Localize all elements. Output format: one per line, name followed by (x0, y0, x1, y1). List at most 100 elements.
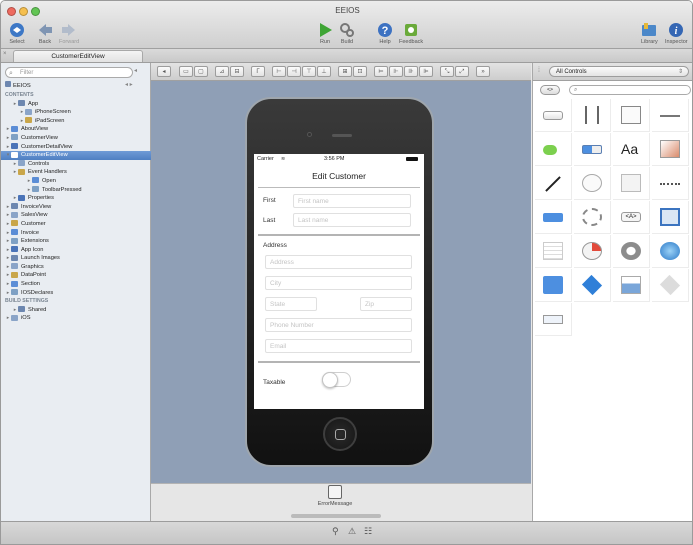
cube-control[interactable] (574, 269, 611, 302)
layout-button-10[interactable]: ⊡ (353, 66, 367, 77)
tab-customer-edit-view[interactable]: CustomerEditView (13, 50, 143, 62)
align-button-2[interactable]: ⊩ (389, 66, 403, 77)
warning-icon[interactable]: ⚠ (348, 526, 356, 537)
tree-item[interactable]: ▸ Customer (1, 220, 151, 229)
build-button[interactable]: Build (339, 22, 355, 45)
slider-control[interactable] (652, 99, 689, 132)
library-search-input[interactable]: ⌕ (569, 85, 691, 95)
rectangle-control[interactable] (613, 167, 650, 200)
tree-item[interactable]: ▸ ToolbarPressed (1, 186, 151, 195)
more-button[interactable]: » (476, 66, 490, 77)
tree-item[interactable]: ▸ CustomerDetailView (1, 143, 151, 152)
align-button-4[interactable]: ⊫ (419, 66, 433, 77)
text-area-control[interactable] (613, 99, 650, 132)
text-input-control[interactable] (535, 303, 572, 336)
address-field[interactable]: Address (265, 255, 412, 269)
tree-item[interactable]: ▸ Launch Images (1, 254, 151, 263)
phone-number-field[interactable]: Phone Number (265, 318, 412, 332)
select-button[interactable]: Select (9, 22, 25, 45)
align-button-1[interactable]: ⊨ (374, 66, 388, 77)
zoom-icon[interactable]: ⚲ (332, 526, 339, 537)
segmented-control[interactable] (574, 133, 611, 166)
align-button-3[interactable]: ⊪ (404, 66, 418, 77)
error-message-icon[interactable] (328, 485, 342, 499)
tree-item[interactable]: ▸ Section (1, 280, 151, 289)
image-view-control[interactable] (652, 133, 689, 166)
tree-item[interactable]: ▸ Extensions (1, 237, 151, 246)
tree-item[interactable]: ▸ SalesView (1, 211, 151, 220)
switch-control[interactable] (535, 133, 572, 166)
last-name-field[interactable]: Last name (293, 213, 411, 227)
map-control[interactable] (652, 269, 689, 302)
toolbar-control[interactable] (535, 201, 572, 234)
line-control[interactable] (535, 167, 572, 200)
tree-item[interactable]: ▸ Controls (1, 160, 151, 169)
tree-item[interactable]: ▸ Properties (1, 194, 151, 203)
tree-item[interactable]: ▸ CustomerView (1, 134, 151, 143)
tree-item[interactable]: ▸ Open (1, 177, 151, 186)
taxable-switch[interactable] (322, 372, 351, 388)
lock-button[interactable]: ⊟ (230, 66, 244, 77)
layout-button-1[interactable]: ▭ (179, 66, 193, 77)
close-tab-icon[interactable]: × (3, 51, 7, 57)
state-field[interactable]: State (265, 297, 317, 311)
tree-item[interactable]: ▸ Event Handlers (1, 168, 151, 177)
layout-button-6[interactable]: ⊣ (287, 66, 301, 77)
html-viewer-control[interactable]: <A> (613, 201, 650, 234)
library-button[interactable]: Library (641, 22, 658, 45)
button-control[interactable] (535, 99, 572, 132)
tree-item[interactable]: ▸ DataPoint (1, 271, 151, 280)
tree-item[interactable]: ▸ Invoice (1, 229, 151, 238)
run-button[interactable]: Run (317, 22, 333, 45)
first-name-field[interactable]: First name (293, 194, 411, 208)
feedback-button[interactable]: Feedback (399, 22, 423, 45)
back-button[interactable]: Back (37, 22, 53, 45)
layout-button-5[interactable]: ⊢ (272, 66, 286, 77)
home-button[interactable] (323, 417, 357, 451)
canvas-scrollbar[interactable] (291, 514, 381, 518)
tree-item[interactable]: ▸ iOS (1, 314, 151, 323)
table-control[interactable] (535, 235, 572, 268)
tree-item[interactable]: ▸ AboutView (1, 125, 151, 134)
progress-dots-control[interactable] (652, 167, 689, 200)
tree-item[interactable]: ▸ IOSDeclares (1, 289, 151, 298)
layout-button-3[interactable]: ⊿ (215, 66, 229, 77)
layout-button-4[interactable]: Γ (251, 66, 265, 77)
tree-item[interactable]: ▸ App (1, 100, 151, 109)
tree-item[interactable]: ▸ App Icon (1, 246, 151, 255)
activity-indicator-control[interactable] (574, 201, 611, 234)
inspector-button[interactable]: i Inspector (665, 22, 688, 45)
navigator-arrows[interactable]: ◂ ▸ (125, 81, 133, 88)
email-field[interactable]: Email (265, 339, 412, 353)
tree-item[interactable]: ▾ CustomerEditView (1, 151, 151, 160)
align-left-button[interactable]: ◂ (157, 66, 171, 77)
oval-control[interactable] (574, 167, 611, 200)
view-control[interactable] (652, 201, 689, 234)
filter-input[interactable]: ⌕ Filter (5, 67, 133, 78)
zip-field[interactable]: Zip (360, 297, 412, 311)
controls-filter-select[interactable]: All Controls ⇕ (549, 66, 689, 77)
tree-item[interactable]: ▸ Graphics (1, 263, 151, 272)
tree-item[interactable]: ▸ Shared (1, 306, 151, 315)
tree-item[interactable]: ▸ InvoiceView (1, 203, 151, 212)
globe-control[interactable] (652, 235, 689, 268)
folder-control[interactable] (535, 269, 572, 302)
settings-control[interactable] (613, 235, 650, 268)
forward-button[interactable]: Forward (59, 22, 79, 45)
label-control[interactable]: Aa (613, 133, 650, 166)
library-view-toggle[interactable]: <> (540, 85, 560, 95)
tree-item[interactable]: ▸ iPhoneScreen (1, 108, 151, 117)
project-row[interactable]: EEIOS (5, 81, 31, 89)
tasks-icon[interactable]: ☷ (364, 526, 372, 537)
help-button[interactable]: ? Help (377, 22, 393, 45)
layout-button-8[interactable]: ⊥ (317, 66, 331, 77)
filter-clear-icon[interactable]: ◂ (134, 67, 137, 74)
layout-button-2[interactable]: ▢ (194, 66, 208, 77)
tree-item[interactable]: ▸ iPadScreen (1, 117, 151, 126)
text-field-control[interactable] (574, 99, 611, 132)
layout-button-7[interactable]: ⊤ (302, 66, 316, 77)
layout-button-9[interactable]: ⊞ (338, 66, 352, 77)
size-button-1[interactable]: ⤡ (440, 66, 454, 77)
city-field[interactable]: City (265, 276, 412, 290)
chart-control[interactable] (613, 269, 650, 302)
